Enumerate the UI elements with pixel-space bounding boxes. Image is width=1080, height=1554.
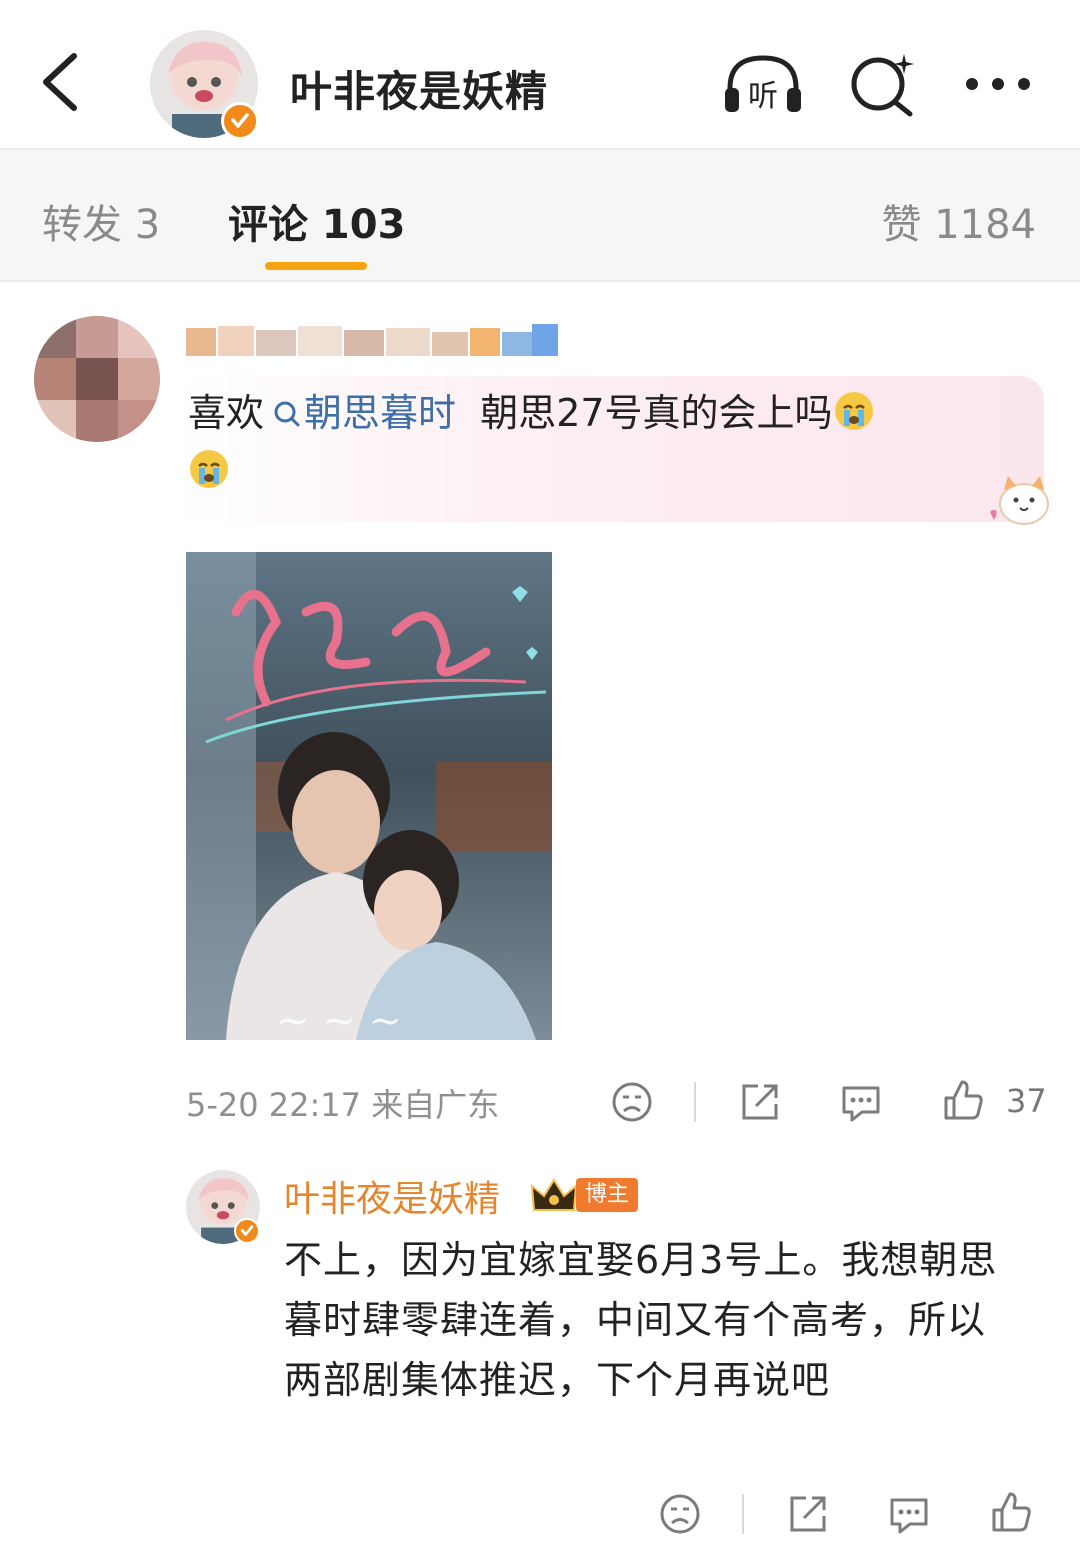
dislike-face-icon[interactable] [658, 1492, 702, 1536]
like-count: 37 [1006, 1082, 1047, 1120]
comment-icon[interactable] [886, 1492, 932, 1536]
listen-label: 听 [748, 79, 778, 114]
comment-icon[interactable] [842, 1086, 880, 1122]
action-divider [694, 1082, 696, 1122]
bubble-cat-sticker-icon [990, 476, 1049, 525]
topic-label[interactable]: 朝思暮时 [304, 391, 456, 435]
dislike-face-icon[interactable] [610, 1080, 654, 1124]
page-title[interactable]: 叶非夜是妖精 [290, 58, 548, 119]
tab-repost[interactable]: 转发 3 [42, 192, 160, 250]
reply-text: 不上，因为宜嫁宜娶6月3号上。我想朝思暮时肆零肆连着，中间又有个高考，所以两部剧… [284, 1238, 998, 1402]
verified-badge-icon [234, 1218, 260, 1244]
search-icon[interactable] [848, 50, 918, 118]
reply-author-name[interactable]: 叶非夜是妖精 [284, 1170, 500, 1222]
tab-comments[interactable]: 评论 103 [228, 192, 405, 250]
commenter-name-blurred[interactable] [186, 318, 566, 366]
verified-badge-icon [221, 102, 259, 140]
back-arrow-icon[interactable] [36, 50, 86, 114]
tab-likes[interactable]: 赞 1184 [881, 192, 1036, 250]
tab-bar: 转发 3 评论 103 赞 1184 [0, 150, 1080, 282]
topic-search-icon [274, 401, 300, 427]
commenter-avatar-blurred[interactable] [34, 316, 160, 442]
more-icon[interactable] [962, 66, 1034, 102]
thumbs-up-icon[interactable] [940, 1078, 986, 1124]
comment-timestamp: 5-20 22:17 来自广东 [186, 1086, 500, 1124]
comment-text-body: 朝思27号真的会上吗 [480, 391, 833, 435]
svg-text:~ ~ ~: ~ ~ ~ [276, 998, 402, 1040]
comment-text: 喜欢 朝思暮时 朝思27号真的会上吗 [188, 384, 1028, 500]
blogger-badge: 博主 [576, 1178, 638, 1212]
listen-icon[interactable]: 听 [722, 50, 804, 118]
comment-image-drama-poster[interactable]: ~ ~ ~ [186, 552, 552, 1040]
action-divider [742, 1494, 744, 1534]
crying-face-icon [190, 450, 228, 488]
top-navigation-bar: 叶非夜是妖精 听 [0, 0, 1080, 150]
thumbs-up-icon[interactable] [988, 1490, 1034, 1536]
active-tab-indicator [265, 262, 367, 270]
crying-face-icon [834, 392, 873, 430]
crown-icon [530, 1178, 578, 1211]
topic-link[interactable]: 朝思暮时 [264, 391, 456, 435]
comment-text-prefix: 喜欢 [188, 391, 265, 435]
share-icon[interactable] [738, 1080, 782, 1124]
share-icon[interactable] [786, 1492, 830, 1536]
